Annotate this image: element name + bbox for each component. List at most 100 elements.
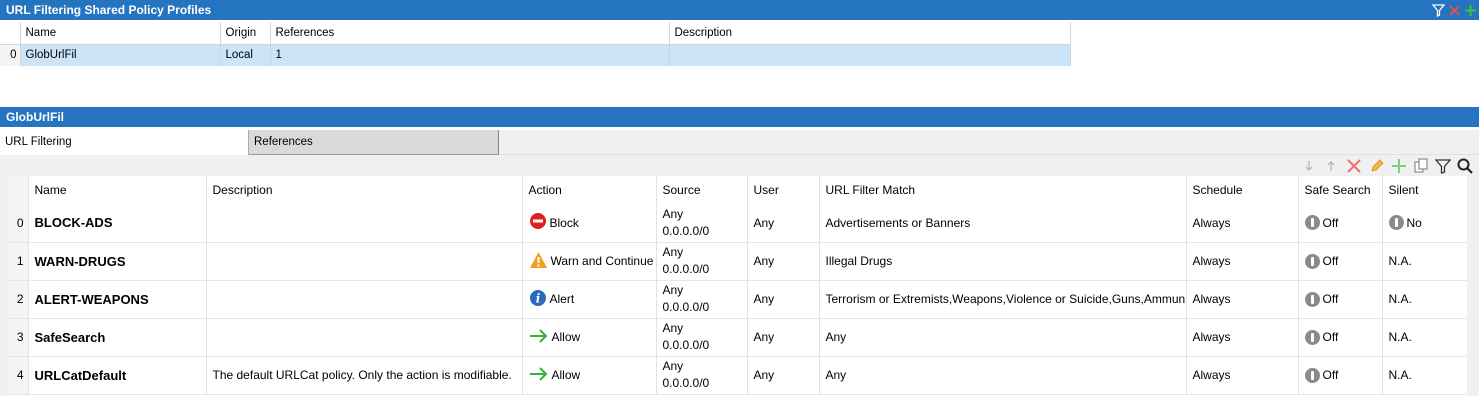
profile-references[interactable]: 1 <box>270 44 670 66</box>
rule-action[interactable]: Warn and Continue <box>522 242 657 281</box>
table-row[interactable]: 0 GlobUrlFil Local 1 <box>0 44 1071 66</box>
rule-action[interactable]: Allow <box>522 356 657 395</box>
rule-silent[interactable]: N.A. <box>1382 280 1468 319</box>
column-header-description[interactable]: Description <box>206 176 523 204</box>
rule-silent[interactable]: No <box>1382 204 1468 243</box>
delete-icon[interactable] <box>1345 157 1363 175</box>
profiles-title: URL Filtering Shared Policy Profiles <box>6 3 212 17</box>
rule-safe-search[interactable]: Off <box>1298 280 1383 319</box>
source-network: 0.0.0.0/0 <box>662 223 710 238</box>
rule-url-match[interactable]: Any <box>819 356 1187 395</box>
rule-name[interactable]: WARN-DRUGS <box>28 242 207 281</box>
corner-cell <box>7 176 29 204</box>
copy-icon[interactable] <box>1412 157 1430 175</box>
rule-schedule[interactable]: Always <box>1186 318 1299 357</box>
rule-user[interactable]: Any <box>747 204 820 243</box>
column-header-user[interactable]: User <box>747 176 820 204</box>
column-header-name[interactable]: Name <box>20 22 221 45</box>
rule-description[interactable] <box>206 280 523 319</box>
filter-icon[interactable] <box>1434 157 1452 175</box>
toggle-off-icon <box>1304 329 1320 345</box>
column-header-origin[interactable]: Origin <box>220 22 271 45</box>
profiles-table: Name Origin References Description 0 Glo… <box>0 22 1071 66</box>
rule-safe-search[interactable]: Off <box>1298 242 1383 281</box>
profile-origin[interactable]: Local <box>220 44 271 66</box>
rule-source[interactable]: Any 0.0.0.0/0 <box>656 204 748 243</box>
rule-user[interactable]: Any <box>747 280 820 319</box>
rules-toolbar <box>0 155 1479 176</box>
rule-name[interactable]: SafeSearch <box>28 318 207 357</box>
search-icon[interactable] <box>1456 157 1474 175</box>
rule-source[interactable]: Any 0.0.0.0/0 <box>656 318 748 357</box>
tab-references[interactable]: References <box>249 130 499 155</box>
rule-source[interactable]: Any 0.0.0.0/0 <box>656 356 748 395</box>
rule-user[interactable]: Any <box>747 242 820 281</box>
add-icon[interactable] <box>1390 157 1408 175</box>
rule-name[interactable]: BLOCK-ADS <box>28 204 207 243</box>
rule-user[interactable]: Any <box>747 318 820 357</box>
svg-text:i: i <box>535 291 540 305</box>
rule-safe-search[interactable]: Off <box>1298 356 1383 395</box>
source-network: 0.0.0.0/0 <box>662 300 710 314</box>
rule-url-match[interactable]: Illegal Drugs <box>819 242 1187 281</box>
rule-schedule[interactable]: Always <box>1186 204 1299 243</box>
add-icon[interactable] <box>1463 3 1477 17</box>
rule-action[interactable]: Block <box>522 204 657 243</box>
rule-source[interactable]: Any 0.0.0.0/0 <box>656 280 748 319</box>
rule-source[interactable]: Any 0.0.0.0/0 <box>656 242 748 281</box>
rule-schedule[interactable]: Always <box>1186 280 1299 319</box>
rule-safe-search[interactable]: Off <box>1298 318 1383 357</box>
row-index: 0 <box>0 44 21 66</box>
column-header-silent[interactable]: Silent <box>1382 176 1468 204</box>
source-any: Any <box>662 321 684 335</box>
column-header-safe-search[interactable]: Safe Search <box>1298 176 1383 204</box>
column-header-name[interactable]: Name <box>28 176 207 204</box>
arrow-down-icon[interactable] <box>1300 157 1318 175</box>
rule-safe-search[interactable]: Off <box>1298 204 1383 243</box>
delete-icon[interactable] <box>1447 3 1461 17</box>
rule-silent[interactable]: N.A. <box>1382 318 1468 357</box>
rule-silent[interactable]: N.A. <box>1382 356 1468 395</box>
safe-search-label: Off <box>1322 215 1339 230</box>
rule-user[interactable]: Any <box>747 356 820 395</box>
rule-schedule[interactable]: Always <box>1186 242 1299 281</box>
vertical-scrollbar[interactable] <box>1467 176 1479 396</box>
profile-description[interactable] <box>669 44 1071 66</box>
rule-description[interactable] <box>206 318 523 357</box>
table-row[interactable]: 4 URLCatDefault The default URLCat polic… <box>7 356 1468 395</box>
toggle-off-icon <box>1304 291 1320 307</box>
rule-url-match[interactable]: Advertisements or Banners <box>819 204 1187 243</box>
arrow-up-icon[interactable] <box>1322 157 1340 175</box>
table-row[interactable]: 1 WARN-DRUGS Warn and Continue Any 0.0.0… <box>7 242 1468 281</box>
rule-action[interactable]: i Alert <box>522 280 657 319</box>
tab-url-filtering[interactable]: URL Filtering <box>0 130 249 155</box>
rule-description[interactable] <box>206 242 523 281</box>
column-header-source[interactable]: Source <box>656 176 748 204</box>
rule-url-match[interactable]: Any <box>819 318 1187 357</box>
profiles-title-bar: URL Filtering Shared Policy Profiles <box>0 0 1479 20</box>
filter-icon[interactable] <box>1431 3 1445 17</box>
action-label: Allow <box>551 330 581 344</box>
table-row[interactable]: 0 BLOCK-ADS Block Any 0.0.0.0/0 Any Adve… <box>7 204 1468 243</box>
rule-silent[interactable]: N.A. <box>1382 242 1468 281</box>
rule-description[interactable]: The default URLCat policy. Only the acti… <box>206 356 523 395</box>
column-header-description[interactable]: Description <box>669 22 1071 45</box>
edit-icon[interactable] <box>1368 157 1386 175</box>
rule-action[interactable]: Allow <box>522 318 657 357</box>
source-any: Any <box>662 283 684 297</box>
rule-name[interactable]: URLCatDefault <box>28 356 207 395</box>
column-header-action[interactable]: Action <box>522 176 657 204</box>
source-any: Any <box>662 206 684 221</box>
profile-name[interactable]: GlobUrlFil <box>20 44 221 66</box>
table-row[interactable]: 2 ALERT-WEAPONS i Alert Any 0.0.0.0/0 An… <box>7 280 1468 319</box>
rule-description[interactable] <box>206 204 523 243</box>
column-header-url-filter-match[interactable]: URL Filter Match <box>819 176 1187 204</box>
column-header-schedule[interactable]: Schedule <box>1186 176 1299 204</box>
column-header-references[interactable]: References <box>270 22 670 45</box>
table-row[interactable]: 3 SafeSearch Allow Any 0.0.0.0/0 Any Any… <box>7 318 1468 357</box>
rule-schedule[interactable]: Always <box>1186 356 1299 395</box>
rule-name[interactable]: ALERT-WEAPONS <box>28 280 207 319</box>
action-label: Block <box>549 215 579 230</box>
rule-url-match[interactable]: Terrorism or Extremists,Weapons,Violence… <box>819 280 1187 319</box>
safe-search-label: Off <box>1322 330 1339 344</box>
